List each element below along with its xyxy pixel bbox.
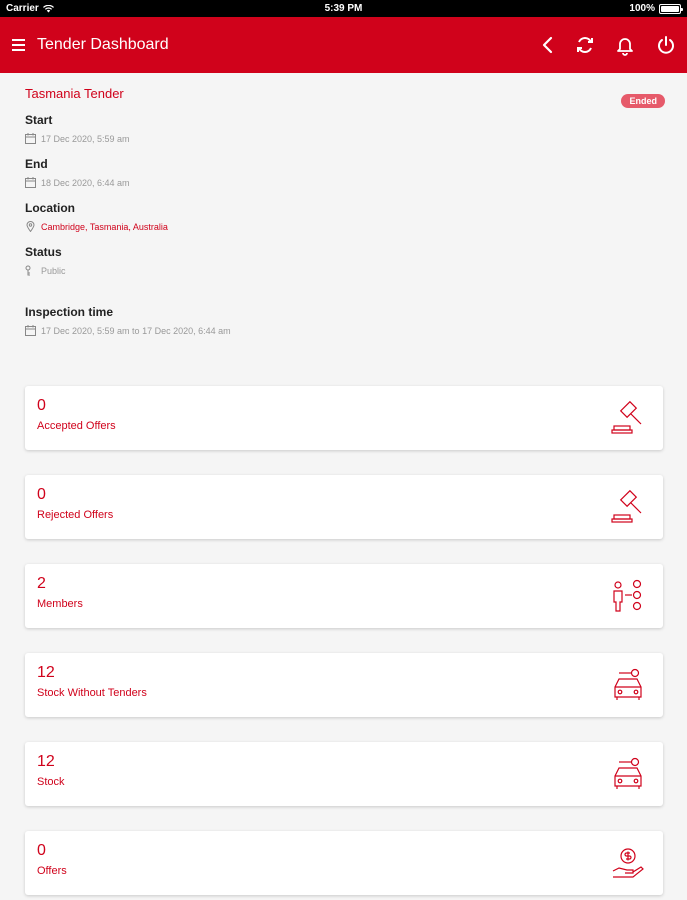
- inspection-value: 17 Dec 2020, 5:59 am to 17 Dec 2020, 6:4…: [41, 325, 231, 336]
- card-label: Stock: [37, 776, 65, 788]
- start-label: Start: [25, 113, 53, 127]
- members-card[interactable]: 2 Members: [25, 564, 663, 628]
- car-icon: [611, 667, 645, 703]
- gavel-icon: [611, 489, 645, 525]
- back-icon[interactable]: [537, 34, 559, 56]
- end-label: End: [25, 157, 48, 171]
- card-label: Stock Without Tenders: [37, 687, 147, 699]
- accepted-offers-card[interactable]: 0 Accepted Offers: [25, 386, 663, 450]
- card-count: 12: [37, 664, 55, 681]
- menu-icon[interactable]: [12, 39, 25, 51]
- end-value: 18 Dec 2020, 6:44 am: [41, 177, 130, 188]
- card-label: Members: [37, 598, 83, 610]
- status-badge: Ended: [621, 94, 665, 108]
- location-label: Location: [25, 201, 75, 215]
- end-value-row: 18 Dec 2020, 6:44 am: [25, 177, 130, 188]
- calendar-icon: [25, 177, 36, 188]
- card-count: 0: [37, 397, 46, 414]
- calendar-icon: [25, 133, 36, 144]
- tender-name: Tasmania Tender: [25, 86, 124, 101]
- clock: 5:39 PM: [324, 3, 363, 14]
- card-count: 0: [37, 486, 46, 503]
- status-label: Status: [25, 245, 62, 259]
- start-value-row: 17 Dec 2020, 5:59 am: [25, 133, 130, 144]
- money-hand-icon: [611, 845, 645, 881]
- key-icon: [25, 265, 31, 276]
- card-label: Rejected Offers: [37, 509, 114, 521]
- location-pin-icon: [26, 221, 35, 232]
- card-count: 12: [37, 753, 55, 770]
- status-value-row: Public: [25, 265, 66, 276]
- start-value: 17 Dec 2020, 5:59 am: [41, 133, 130, 144]
- power-icon[interactable]: [655, 34, 677, 56]
- app-bar: Tender Dashboard: [0, 17, 687, 73]
- stock-without-tenders-card[interactable]: 12 Stock Without Tenders: [25, 653, 663, 717]
- calendar-icon: [25, 325, 36, 336]
- page-title: Tender Dashboard: [37, 36, 169, 53]
- bell-icon[interactable]: [614, 34, 636, 56]
- rejected-offers-card[interactable]: 0 Rejected Offers: [25, 475, 663, 539]
- battery-indicator: 100%: [629, 3, 683, 14]
- inspection-label: Inspection time: [25, 305, 114, 319]
- car-icon: [611, 756, 645, 792]
- members-icon: [611, 578, 645, 614]
- status-value: Public: [41, 265, 66, 276]
- card-label: Offers: [37, 865, 67, 877]
- card-count: 2: [37, 575, 46, 592]
- stock-card[interactable]: 12 Stock: [25, 742, 663, 806]
- location-value: Cambridge, Tasmania, Australia: [41, 221, 168, 232]
- card-label: Accepted Offers: [37, 420, 116, 432]
- gavel-icon: [611, 400, 645, 436]
- refresh-icon[interactable]: [574, 34, 596, 56]
- battery-label: 100%: [629, 3, 655, 14]
- battery-icon: [659, 3, 683, 14]
- status-bar: Carrier 5:39 PM 100%: [0, 0, 687, 17]
- inspection-value-row: 17 Dec 2020, 5:59 am to 17 Dec 2020, 6:4…: [25, 325, 231, 336]
- offers-card[interactable]: 0 Offers: [25, 831, 663, 895]
- card-count: 0: [37, 842, 46, 859]
- location-value-row[interactable]: Cambridge, Tasmania, Australia: [25, 221, 168, 232]
